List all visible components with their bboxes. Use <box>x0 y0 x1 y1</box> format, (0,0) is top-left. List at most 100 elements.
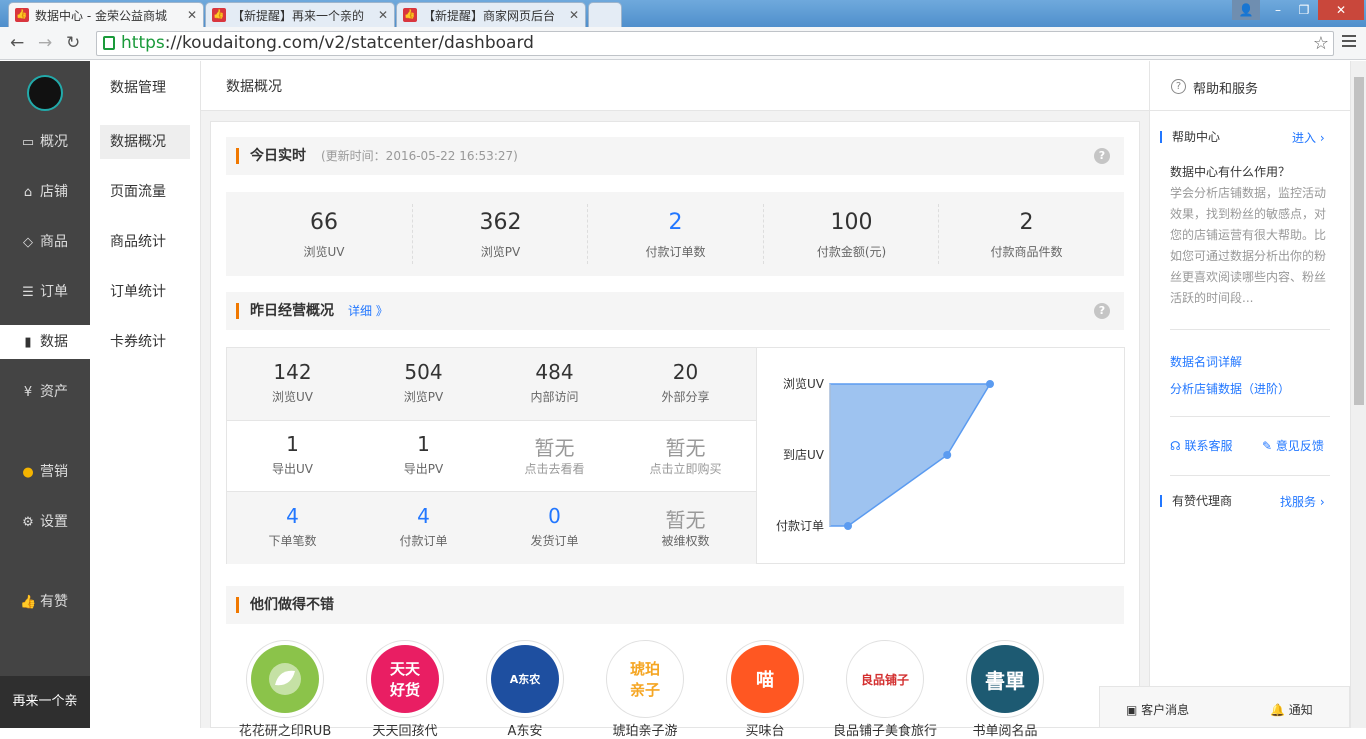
cell-label[interactable]: 点击立即购买 <box>620 460 751 477</box>
shop-logo-circle[interactable]: 天天 好货 <box>366 640 444 718</box>
close-icon[interactable]: ✕ <box>187 8 197 22</box>
shop-logo-circle[interactable]: 喵 <box>726 640 804 718</box>
shop-name[interactable]: 买味台 <box>710 720 820 739</box>
subnav-item-overview[interactable]: 数据概况 <box>100 125 190 159</box>
sidebar-item-marketing[interactable]: ● 营销 <box>0 455 90 489</box>
shop-name[interactable]: 琥珀亲子游 <box>590 720 700 739</box>
funnel-point[interactable] <box>844 522 852 530</box>
shop-logo-text: 天天 好货 <box>371 645 439 713</box>
grid-cell: 暂无 被维权数 <box>620 492 751 564</box>
lock-icon <box>103 36 115 50</box>
sidebar-item-overview[interactable]: ▭ 概况 <box>0 125 90 159</box>
maximize-button[interactable]: ❐ <box>1290 0 1318 20</box>
shop-name[interactable]: 天天回孩代 <box>350 720 460 739</box>
sidebar-item-label: 营销 <box>40 464 68 480</box>
close-icon[interactable]: ✕ <box>378 8 388 22</box>
shop-name[interactable]: 书单阅名品 <box>950 720 1060 739</box>
cell-label: 导出UV <box>272 462 313 476</box>
contact-service-link[interactable]: ☊ 联系客服 <box>1170 437 1233 454</box>
cell-value[interactable]: 0 <box>489 504 620 528</box>
subnav-item-traffic[interactable]: 页面流量 <box>100 175 190 209</box>
shop-logo-circle[interactable]: A东农 <box>486 640 564 718</box>
feedback-link[interactable]: ✎ 意见反馈 <box>1262 437 1324 454</box>
customer-messages-button[interactable]: ▣ 客户消息 <box>1126 701 1189 718</box>
grid-cell[interactable]: 4 下单笔数 <box>227 492 358 564</box>
sidebar-item-store[interactable]: ⌂ 店铺 <box>0 175 90 209</box>
help-icon[interactable]: ? <box>1094 303 1110 319</box>
shop-logo-circle[interactable]: 琥珀 亲子 <box>606 640 684 718</box>
glossary-link[interactable]: 数据名词详解 <box>1170 353 1242 370</box>
back-icon[interactable]: ← <box>10 33 24 53</box>
forward-icon[interactable]: → <box>38 33 52 53</box>
reload-icon[interactable]: ↻ <box>66 33 80 53</box>
grid-cell[interactable]: 暂无 点击去看看 <box>489 420 620 492</box>
grid-cell[interactable]: 暂无 点击立即购买 <box>620 420 751 492</box>
subnav-item-goods-stats[interactable]: 商品统计 <box>100 225 190 259</box>
funnel-svg: 浏览UV 到店UV 付款订单 <box>776 376 994 533</box>
shop-logo[interactable] <box>27 75 63 111</box>
thumb-icon: 👍 <box>212 8 226 22</box>
cell-value: 暂无 <box>534 436 575 460</box>
funnel-point[interactable] <box>943 451 952 459</box>
scrollbar[interactable] <box>1350 61 1366 728</box>
message-bar: ▣ 客户消息 🔔 通知 <box>1099 686 1350 728</box>
user-icon[interactable]: 👤 <box>1232 0 1260 20</box>
shop-logo-circle[interactable]: 書單 <box>966 640 1044 718</box>
browser-tab[interactable]: 👍 【新提醒】再来一个亲的 ✕ <box>205 2 395 27</box>
minimize-button[interactable]: – <box>1264 0 1292 20</box>
sidebar-item-settings[interactable]: ⚙ 设置 <box>0 505 90 539</box>
stat-label: 浏览PV <box>480 245 521 259</box>
cell-label[interactable]: 点击去看看 <box>489 460 620 477</box>
tag-icon: ◇ <box>23 235 33 250</box>
cell-value[interactable]: 4 <box>227 504 358 528</box>
accent-bar <box>236 303 239 319</box>
sidebar-item-assets[interactable]: ¥ 资产 <box>0 375 90 409</box>
advanced-analysis-link[interactable]: 分析店铺数据（进阶） <box>1170 380 1290 397</box>
notifications-button[interactable]: 🔔 通知 <box>1270 701 1313 718</box>
cell-label: 浏览PV <box>403 390 444 404</box>
sidebar-item-data[interactable]: ▮ 数据 <box>0 325 90 359</box>
store-icon: ⌂ <box>23 185 33 200</box>
stat-value: 2 <box>1019 210 1034 235</box>
menu-icon[interactable] <box>1342 35 1356 37</box>
detail-link[interactable]: 详细 》 <box>348 292 388 330</box>
scrollbar-thumb[interactable] <box>1354 77 1364 405</box>
sidebar-item-youzan[interactable]: 👍 有赞 <box>0 585 90 619</box>
star-icon[interactable]: ☆ <box>1313 32 1329 55</box>
cell-label: 发货订单 <box>530 534 579 548</box>
cell-value[interactable]: 4 <box>358 504 489 528</box>
shop-logo-circle[interactable]: 良品铺子 <box>846 640 924 718</box>
close-window-button[interactable]: ✕ <box>1318 0 1364 20</box>
url-path: ://koudaitong.com/v2/statcenter/dashboar… <box>164 33 534 53</box>
new-tab-button[interactable] <box>588 2 622 27</box>
store-name[interactable]: 再来一个亲 <box>0 676 90 728</box>
funnel-point[interactable] <box>986 380 994 388</box>
shop-name[interactable]: 花花研之印RUB <box>230 720 340 739</box>
headset-icon: ☊ <box>1170 439 1185 453</box>
stat-item[interactable]: 2 付款订单数 <box>587 204 763 264</box>
grid-cell: 20 外部分享 <box>620 348 751 420</box>
url-input[interactable]: https://koudaitong.com/v2/statcenter/das… <box>96 31 1334 56</box>
find-service-link[interactable]: 找服务 › <box>1280 493 1325 510</box>
grid-cell[interactable]: 4 付款订单 <box>358 492 489 564</box>
sidebar-item-label: 概况 <box>40 134 68 150</box>
stat-label: 付款订单数 <box>645 245 706 259</box>
stat-value[interactable]: 2 <box>588 210 763 235</box>
grid-cell[interactable]: 0 发货订单 <box>489 492 620 564</box>
enter-link[interactable]: 进入 › <box>1292 129 1325 146</box>
thumb-icon: 👍 <box>403 8 417 22</box>
subnav-item-coupon-stats[interactable]: 卡券统计 <box>100 325 190 359</box>
shop-logo-circle[interactable] <box>246 640 324 718</box>
browser-tab[interactable]: 👍 【新提醒】商家网页后台 ✕ <box>396 2 586 27</box>
section-header-today: 今日实时 (更新时间：2016-05-22 16:53:27) ? <box>226 137 1124 175</box>
sidebar-item-goods[interactable]: ◇ 商品 <box>0 225 90 259</box>
browser-tab-active[interactable]: 👍 数据中心 - 金荣公益商城 ✕ <box>8 2 204 27</box>
shop-name[interactable]: 良品铺子美食旅行 <box>830 720 940 739</box>
stat-label: 付款商品件数 <box>990 245 1063 259</box>
help-icon[interactable]: ? <box>1094 148 1110 164</box>
cell-label: 内部访问 <box>530 390 579 404</box>
shop-name[interactable]: A东安 <box>470 720 580 739</box>
subnav-item-order-stats[interactable]: 订单统计 <box>100 275 190 309</box>
close-icon[interactable]: ✕ <box>569 8 579 22</box>
sidebar-item-orders[interactable]: ☰ 订单 <box>0 275 90 309</box>
